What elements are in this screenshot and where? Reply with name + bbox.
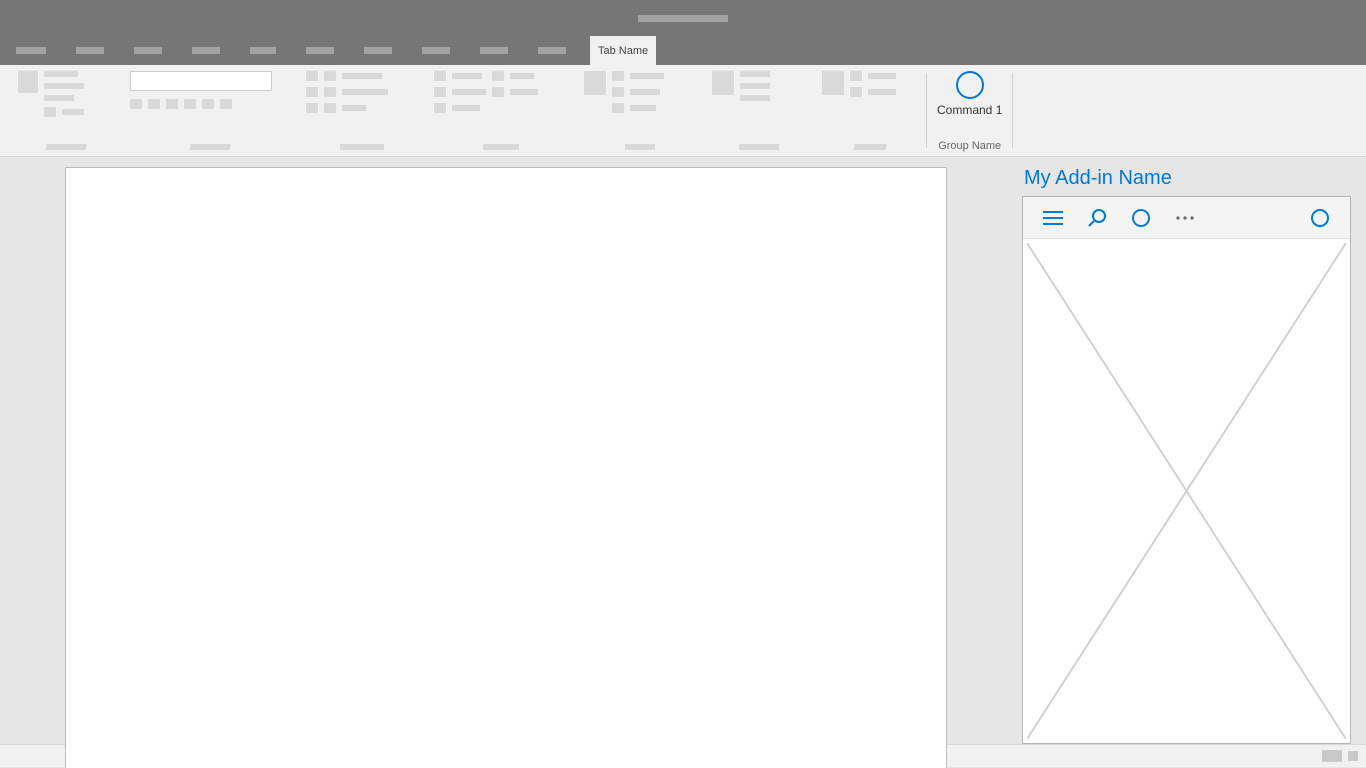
- tab-placeholder[interactable]: [422, 47, 450, 54]
- title-bar: [0, 0, 1366, 36]
- circle-icon: [956, 71, 984, 99]
- command-1-label: Command 1: [937, 103, 1002, 117]
- ribbon-group-placeholder: [10, 65, 122, 156]
- tab-placeholder[interactable]: [250, 47, 276, 54]
- tab-placeholder[interactable]: [538, 47, 566, 54]
- task-pane-body: [1027, 243, 1346, 739]
- ribbon: Command 1 Group Name: [0, 65, 1366, 157]
- tab-placeholder[interactable]: [306, 47, 334, 54]
- tab-placeholder[interactable]: [16, 47, 46, 54]
- ribbon-tabs: Tab Name: [0, 36, 1366, 65]
- status-placeholder[interactable]: [1348, 751, 1358, 761]
- ribbon-group-placeholder: [814, 65, 926, 156]
- task-pane-title: My Add-in Name: [1022, 167, 1351, 190]
- task-pane-container: My Add-in Name: [1012, 157, 1366, 744]
- task-pane: [1022, 196, 1351, 744]
- ribbon-group-label: Group Name: [938, 140, 1001, 152]
- tab-placeholder[interactable]: [76, 47, 104, 54]
- tab-placeholder[interactable]: [480, 47, 508, 54]
- document-area: [0, 157, 1012, 744]
- ribbon-group-placeholder: [704, 65, 814, 156]
- ribbon-group-placeholder: [426, 65, 576, 156]
- status-placeholder[interactable]: [1322, 750, 1342, 762]
- app-title-placeholder: [638, 15, 728, 22]
- tab-active-label: Tab Name: [598, 45, 648, 57]
- tab-placeholder[interactable]: [192, 47, 220, 54]
- task-pane-toolbar: [1023, 197, 1350, 239]
- tab-active[interactable]: Tab Name: [590, 36, 656, 65]
- tab-placeholder[interactable]: [364, 47, 392, 54]
- ribbon-group-addin: Command 1 Group Name: [927, 65, 1012, 156]
- ribbon-group-placeholder: [122, 65, 298, 156]
- circle-icon[interactable]: [1119, 197, 1163, 239]
- ribbon-group-placeholder: [576, 65, 704, 156]
- content-area: My Add-in Name: [0, 157, 1366, 744]
- tab-placeholder[interactable]: [134, 47, 162, 54]
- command-1-button[interactable]: Command 1: [937, 71, 1002, 117]
- document-page[interactable]: [65, 167, 947, 768]
- hamburger-icon[interactable]: [1031, 197, 1075, 239]
- search-icon[interactable]: [1075, 197, 1119, 239]
- circle-icon[interactable]: [1298, 197, 1342, 239]
- more-icon[interactable]: [1163, 197, 1207, 239]
- ribbon-group-placeholder: [298, 65, 426, 156]
- ribbon-input-placeholder[interactable]: [130, 71, 272, 91]
